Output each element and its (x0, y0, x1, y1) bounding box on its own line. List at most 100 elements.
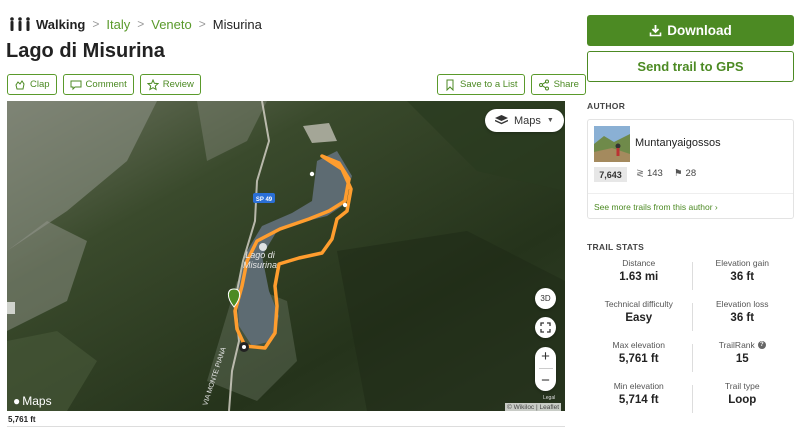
stat-value: 5,714 ft (618, 394, 659, 406)
stat-value: 1.63 mi (619, 271, 659, 283)
stat-label: TrailRank (718, 340, 755, 350)
share-label: Share (553, 79, 579, 90)
stat-divider (692, 344, 693, 372)
satellite-map-imagery: SP 49 Lago di Misurina VIA MONTE PIANA (7, 101, 565, 411)
stat-label: Elevation gain (715, 258, 769, 268)
stat-max-elevation: Max elevation 5,761 ft (587, 340, 691, 381)
stat-row: Distance 1.63 mi Elevation gain 36 ft (587, 258, 794, 299)
trails-count: 28 (685, 168, 697, 179)
trail-flag-icon: ⚑ (674, 168, 683, 179)
stat-value: 15 (735, 353, 749, 365)
stat-row: Min elevation 5,714 ft Trail type Loop (587, 381, 794, 422)
download-button[interactable]: Download (587, 15, 794, 46)
breadcrumb-activity[interactable]: Walking (36, 17, 85, 32)
star-icon (146, 78, 159, 91)
stat-elevation-loss: Elevation loss 36 ft (691, 299, 795, 340)
trail-stats-grid: Distance 1.63 mi Elevation gain 36 ft Te… (587, 258, 794, 422)
map-3d-button[interactable]: 3D (535, 288, 556, 309)
layers-icon (495, 115, 508, 125)
author-name[interactable]: Muntanyaigossos (635, 137, 721, 149)
stat-divider (692, 303, 693, 331)
caret-down-icon: ▼ (546, 117, 554, 124)
zoom-controls: + − (535, 347, 556, 391)
stat-trail-type: Trail type Loop (691, 381, 795, 422)
comment-button[interactable]: Comment (62, 74, 134, 95)
stat-value: 36 ft (730, 271, 755, 283)
comment-icon (70, 80, 82, 90)
stat-elevation-gain: Elevation gain 36 ft (691, 258, 795, 299)
download-label: Download (667, 23, 732, 38)
map-layers-label: Maps (514, 114, 541, 127)
road-sign-label: SP 49 (256, 197, 273, 203)
page-title: Lago di Misurina (6, 40, 165, 62)
lake-label-line1: Lago di (245, 250, 276, 260)
stat-trailrank: TrailRank ? 15 (691, 340, 795, 381)
elevation-profile-label: 5,761 ft (8, 415, 36, 424)
stat-label-trailrank: TrailRank ? (691, 340, 795, 350)
help-icon[interactable]: ? (757, 341, 766, 349)
download-icon (649, 25, 662, 37)
breadcrumb-separator: > (137, 17, 145, 31)
zoom-divider (538, 368, 553, 370)
stat-divider (692, 262, 693, 290)
comment-label: Comment (85, 79, 127, 90)
stat-label: Elevation loss (716, 299, 769, 309)
bookmark-icon (446, 79, 454, 91)
breadcrumb-current: Misurina (212, 16, 262, 32)
breadcrumb-separator: > (92, 17, 100, 31)
breadcrumb-separator: > (198, 17, 206, 31)
save-to-list-button[interactable]: Save to a List (437, 74, 525, 95)
card-divider (588, 193, 793, 194)
zoom-in-button[interactable]: + (541, 348, 550, 365)
stat-label: Distance (622, 258, 656, 268)
stat-value: 36 ft (730, 312, 755, 324)
stat-value: 5,761 ft (618, 353, 659, 365)
stat-row: Technical difficulty Easy Elevation loss… (587, 299, 794, 340)
stat-row: Max elevation 5,761 ft TrailRank ? 15 (587, 340, 794, 381)
breadcrumb-italy[interactable]: Italy (106, 17, 130, 32)
elevation-profile-baseline (7, 426, 565, 427)
review-button[interactable]: Review (139, 74, 201, 95)
clap-label: Clap (30, 79, 50, 90)
stat-label: Min elevation (613, 381, 664, 391)
zoom-out-button[interactable]: − (541, 373, 550, 389)
maps-provider-label: Maps (22, 394, 52, 408)
save-to-list-label: Save to a List (460, 79, 518, 90)
stat-value: Easy (625, 312, 653, 324)
map-layers-button[interactable]: Maps ▼ (485, 109, 564, 132)
apple-logo-icon: ● (13, 394, 21, 408)
map-legal-link[interactable]: Legal (543, 395, 555, 401)
stat-divider (692, 385, 693, 413)
author-heading: AUTHOR (587, 101, 626, 111)
author-points-badge: 7,643 (594, 167, 627, 182)
send-to-gps-button[interactable]: Send trail to GPS (587, 51, 794, 82)
walking-icon (10, 17, 30, 31)
followers-count: 143 (646, 168, 663, 179)
review-label: Review (162, 79, 194, 90)
author-trails[interactable]: ⚑ 28 (674, 168, 696, 179)
author-avatar[interactable] (594, 126, 630, 162)
share-icon (538, 79, 549, 90)
stat-value: Loop (728, 394, 757, 406)
map-attribution[interactable]: © Wikiloc | Leaflet (505, 403, 561, 411)
breadcrumb-veneto[interactable]: Veneto (151, 17, 192, 32)
social-actions: Clap Comment Review (7, 74, 201, 95)
stat-label: Max elevation (612, 340, 665, 350)
author-card: Muntanyaigossos 7,643 ≷ 143 ⚑ 28 See mor… (587, 119, 794, 219)
see-more-trails-link[interactable]: See more trails from this author › (594, 202, 718, 212)
expand-icon (540, 322, 551, 333)
stat-technical-difficulty: Technical difficulty Easy (587, 299, 691, 340)
list-actions: Save to a List Share (437, 74, 586, 95)
maps-provider-logo: ● Maps (13, 394, 52, 408)
trail-stats-heading: TRAIL STATS (587, 242, 645, 252)
share-button[interactable]: Share (530, 74, 586, 95)
clap-button[interactable]: Clap (7, 74, 57, 95)
lake-label-line2: Misurina (243, 260, 277, 270)
fullscreen-button[interactable] (535, 317, 556, 338)
author-followers[interactable]: ≷ 143 (636, 168, 663, 179)
trail-map[interactable]: SP 49 Lago di Misurina VIA MONTE PIANA M… (7, 101, 565, 411)
clap-icon (15, 79, 25, 89)
stat-label: Trail type (724, 381, 760, 391)
followers-icon: ≷ (636, 168, 644, 179)
breadcrumb: Walking > Italy > Veneto > Misurina (8, 15, 262, 33)
